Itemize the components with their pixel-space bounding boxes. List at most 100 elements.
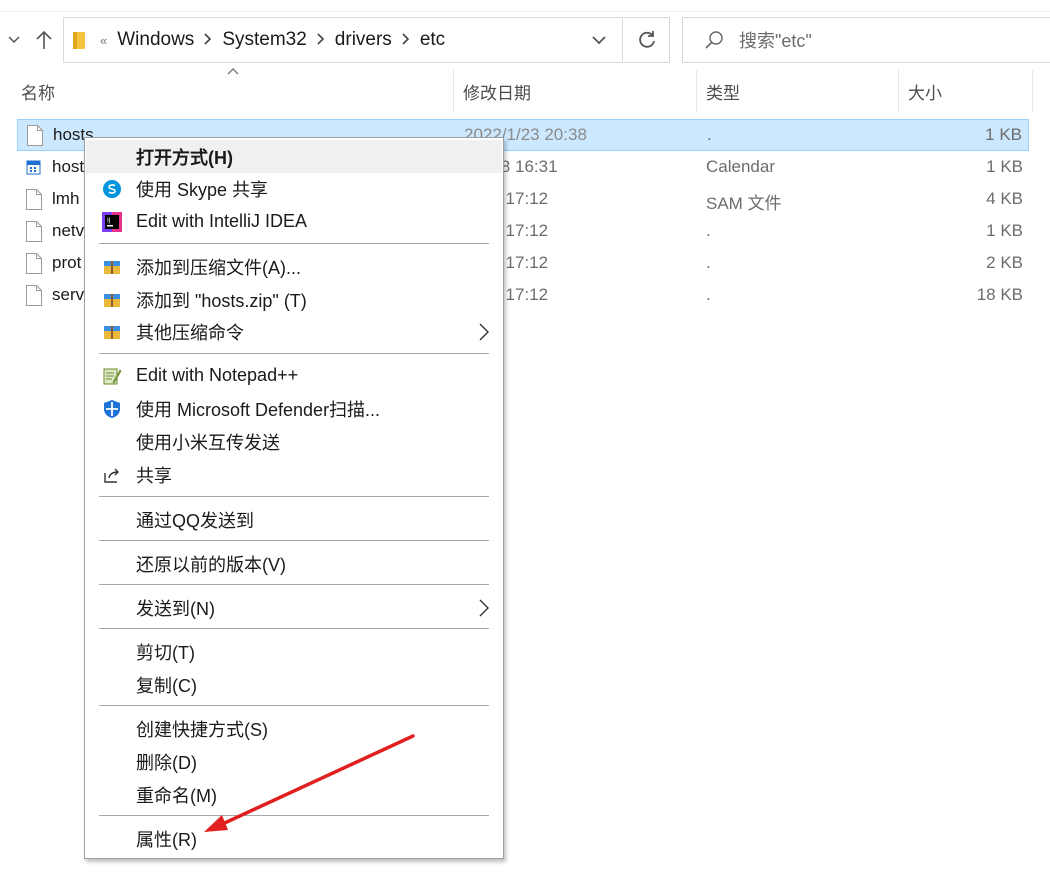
- menu-item-label: 发送到(N): [136, 598, 215, 619]
- menu-item-add-archive[interactable]: 添加到压缩文件(A)...: [86, 250, 502, 283]
- breadcrumb-overflow[interactable]: «: [100, 33, 107, 48]
- menu-item-add-zip[interactable]: 添加到 "hosts.zip" (T): [86, 283, 502, 316]
- menu-item-label: 使用小米互传发送: [136, 432, 280, 453]
- menu-item-share-skype[interactable]: 使用 Skype 共享: [86, 172, 502, 205]
- menu-item-label: 共享: [136, 465, 172, 486]
- column-header-modified[interactable]: 修改日期: [463, 70, 693, 112]
- calendar-file-icon: [26, 160, 41, 175]
- column-divider[interactable]: [453, 70, 454, 112]
- menu-item-label: 重命名(M): [136, 785, 217, 806]
- menu-item-delete[interactable]: 删除(D): [86, 745, 502, 778]
- file-name[interactable]: lmh: [52, 189, 79, 209]
- column-header-size[interactable]: 大小: [908, 70, 1028, 112]
- menu-separator: [99, 540, 489, 541]
- menu-item-qq-send[interactable]: 通过QQ发送到: [86, 503, 502, 536]
- file-size: 4 KB: [986, 189, 1023, 208]
- menu-item-label: 其他压缩命令: [136, 322, 244, 343]
- file-icon: [26, 253, 42, 274]
- chevron-right-icon: [479, 323, 489, 341]
- column-divider[interactable]: [1032, 70, 1033, 112]
- breadcrumb-drivers[interactable]: drivers: [335, 29, 392, 51]
- menu-item-open-with[interactable]: 打开方式(H): [86, 140, 502, 173]
- chevron-right-icon[interactable]: [402, 32, 410, 48]
- menu-item-create-shortcut[interactable]: 创建快捷方式(S): [86, 712, 502, 745]
- shield-icon: [104, 400, 120, 418]
- file-size: 1 KB: [985, 125, 1022, 144]
- breadcrumb-etc[interactable]: etc: [420, 29, 445, 51]
- menu-item-label: Edit with Notepad++: [136, 365, 299, 385]
- menu-separator: [99, 628, 489, 629]
- recent-locations-button[interactable]: [2, 28, 26, 52]
- file-size: 1 KB: [986, 221, 1023, 240]
- search-icon: [703, 29, 725, 51]
- menu-item-label: 添加到 "hosts.zip" (T): [136, 290, 307, 311]
- archive-icon: [104, 294, 120, 307]
- menu-item-properties[interactable]: 属性(R): [86, 822, 502, 855]
- menu-item-xiaomi-send[interactable]: 使用小米互传发送: [86, 425, 502, 458]
- title-strip: [0, 0, 1050, 12]
- column-divider[interactable]: [696, 70, 697, 112]
- chevron-right-icon: [479, 599, 489, 617]
- refresh-icon: [638, 31, 655, 48]
- file-type: .: [706, 221, 711, 240]
- menu-item-share[interactable]: 共享: [86, 458, 502, 491]
- menu-separator: [99, 705, 489, 706]
- menu-separator: [99, 496, 489, 497]
- menu-separator: [99, 584, 489, 585]
- menu-separator: [99, 353, 489, 354]
- chevron-down-icon: [8, 36, 20, 44]
- file-size: 18 KB: [976, 285, 1023, 304]
- file-type: Calendar: [706, 157, 775, 176]
- svg-text:IJ: IJ: [107, 217, 111, 224]
- menu-item-restore-versions[interactable]: 还原以前的版本(V): [86, 547, 502, 580]
- intellij-icon: IJ: [102, 212, 122, 232]
- menu-item-cut[interactable]: 剪切(T): [86, 635, 502, 668]
- menu-item-edit-notepad[interactable]: Edit with Notepad++: [86, 359, 502, 392]
- menu-item-label: 使用 Microsoft Defender扫描...: [136, 399, 381, 420]
- menu-item-label: 添加到压缩文件(A)...: [136, 257, 301, 278]
- menu-item-label: 剪切(T): [136, 642, 195, 663]
- refresh-button[interactable]: [624, 17, 670, 63]
- file-type: .: [706, 253, 711, 272]
- menu-item-send-to[interactable]: 发送到(N): [86, 591, 502, 624]
- address-history-dropdown[interactable]: [590, 31, 608, 49]
- breadcrumb-windows[interactable]: Windows: [117, 29, 194, 51]
- chevron-right-icon[interactable]: [317, 32, 325, 48]
- share-icon: [104, 468, 119, 483]
- file-name[interactable]: serv: [52, 285, 84, 305]
- file-size: 1 KB: [986, 157, 1023, 176]
- file-name[interactable]: host: [52, 157, 84, 177]
- address-bar[interactable]: « Windows System32 drivers etc: [63, 17, 623, 63]
- column-header-name[interactable]: 名称: [21, 70, 451, 112]
- menu-item-edit-intellij[interactable]: IJ Edit with IntelliJ IDEA: [86, 205, 502, 238]
- column-divider[interactable]: [898, 70, 899, 112]
- file-size: 2 KB: [986, 253, 1023, 272]
- column-header-type[interactable]: 类型: [706, 70, 896, 112]
- search-input[interactable]: 搜索"etc": [682, 17, 1050, 63]
- file-type: .: [707, 125, 712, 144]
- notepad-plus-plus-icon: [103, 368, 122, 385]
- arrow-up-icon: [36, 30, 52, 49]
- menu-item-defender-scan[interactable]: 使用 Microsoft Defender扫描...: [86, 392, 502, 425]
- menu-item-other-compress[interactable]: 其他压缩命令: [86, 315, 502, 348]
- file-name[interactable]: netv: [52, 221, 84, 241]
- up-button[interactable]: [30, 26, 58, 54]
- skype-icon: [103, 180, 121, 198]
- menu-item-label: 复制(C): [136, 675, 197, 696]
- menu-item-copy[interactable]: 复制(C): [86, 668, 502, 701]
- menu-separator: [99, 815, 489, 816]
- chevron-down-icon: [592, 36, 606, 45]
- context-menu: 打开方式(H) 使用 Skype 共享 IJ Edit with Intelli…: [84, 137, 504, 859]
- file-name[interactable]: prot: [52, 253, 81, 273]
- menu-item-label: 使用 Skype 共享: [136, 179, 269, 200]
- archive-icon: [104, 261, 120, 274]
- file-icon: [26, 189, 42, 210]
- menu-item-label: 创建快捷方式(S): [136, 719, 268, 740]
- file-icon: [26, 285, 42, 306]
- file-type: .: [706, 285, 711, 304]
- breadcrumb-system32[interactable]: System32: [222, 29, 306, 51]
- chevron-right-icon[interactable]: [204, 32, 212, 48]
- menu-item-label: 通过QQ发送到: [136, 510, 255, 531]
- menu-item-rename[interactable]: 重命名(M): [86, 778, 502, 811]
- file-icon: [27, 125, 43, 146]
